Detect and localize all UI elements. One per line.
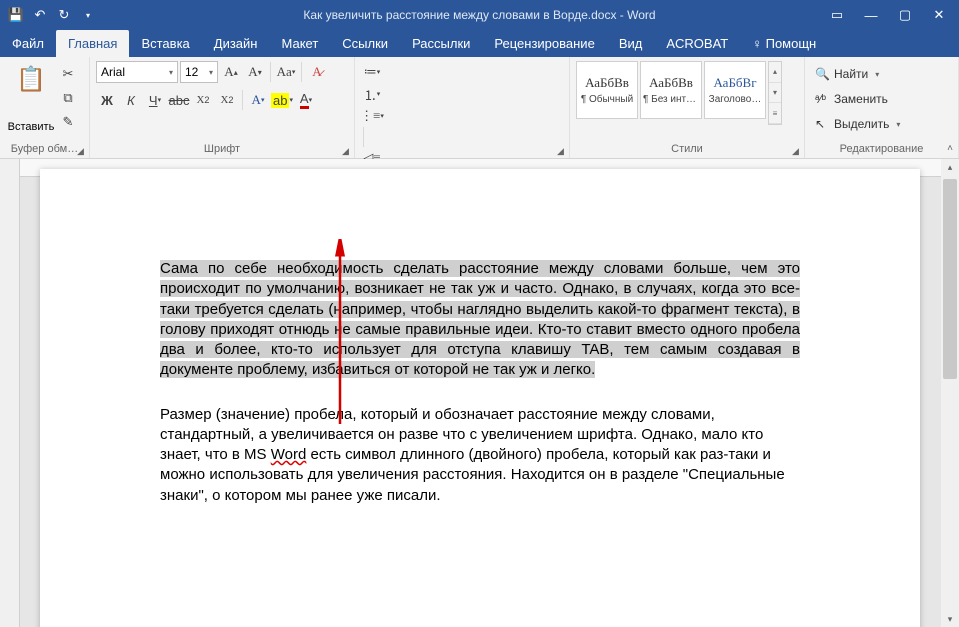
scroll-thumb[interactable]: [943, 179, 957, 379]
font-size-combo[interactable]: 12▾: [180, 61, 218, 83]
paste-label: Вставить: [8, 121, 55, 133]
paste-icon: 📋: [15, 63, 47, 95]
undo-icon[interactable]: ↶: [32, 7, 48, 23]
clear-formatting-button[interactable]: A̷: [306, 61, 328, 83]
titlebar: 💾 ↶ ↻ ▾ Как увеличить расстояние между с…: [0, 0, 959, 30]
group-label-font: Шрифт: [96, 141, 348, 156]
brush-icon: ✎: [63, 114, 74, 130]
cursor-icon: ↖: [815, 117, 829, 131]
paragraph-2[interactable]: Размер (значение) пробела, который и обо…: [160, 405, 800, 506]
numbering-button[interactable]: ⒈▾: [361, 83, 383, 105]
tab-help[interactable]: ♀ Помощн: [740, 30, 828, 57]
ribbon: 📋 Вставить ✂ ⧉ ✎ Буфер обм… ◢ Arial▾ 12▾…: [0, 57, 959, 159]
ribbon-tabs: Файл Главная Вставка Дизайн Макет Ссылки…: [0, 30, 959, 57]
format-painter-button[interactable]: ✎: [58, 113, 78, 131]
document-area: Сама по себе необходимость сделать расст…: [0, 159, 959, 627]
subscript-button[interactable]: X2: [192, 89, 214, 111]
font-launcher[interactable]: ◢: [342, 146, 352, 156]
replace-button[interactable]: ᵃ⁄ᵇ Заменить: [811, 88, 904, 110]
find-button[interactable]: 🔍 Найти ▾: [811, 63, 904, 85]
change-case-button[interactable]: Aa▾: [275, 61, 297, 83]
tab-file[interactable]: Файл: [0, 30, 56, 57]
bullets-button[interactable]: ≔▾: [361, 61, 383, 83]
group-styles: АаБбВв ¶ Обычный АаБбВв ¶ Без инте… АаБб…: [570, 57, 805, 158]
paragraph-1[interactable]: Сама по себе необходимость сделать расст…: [160, 259, 800, 381]
underline-button[interactable]: Ч▾: [144, 89, 166, 111]
save-icon[interactable]: 💾: [8, 7, 24, 23]
redo-icon[interactable]: ↻: [56, 7, 72, 23]
group-label-clipboard: Буфер обм…: [6, 141, 83, 156]
search-icon: 🔍: [815, 67, 829, 81]
font-color-button[interactable]: A▾: [295, 89, 317, 111]
vertical-scrollbar[interactable]: ▴ ▾: [941, 159, 959, 627]
tab-mailings[interactable]: Рассылки: [400, 30, 482, 57]
minimize-icon[interactable]: —: [863, 7, 879, 23]
ribbon-options-icon[interactable]: ▭: [829, 7, 845, 23]
bold-button[interactable]: Ж: [96, 89, 118, 111]
grow-font-button[interactable]: A▴: [220, 61, 242, 83]
close-icon[interactable]: ✕: [931, 7, 947, 23]
vertical-ruler[interactable]: [0, 159, 20, 627]
gallery-scroll-down[interactable]: ▾: [769, 83, 781, 104]
tab-design[interactable]: Дизайн: [202, 30, 270, 57]
group-font: Arial▾ 12▾ A▴ A▾ Aa▾ A̷ Ж К Ч▾ abc X2 X2: [90, 57, 355, 158]
tab-layout[interactable]: Макет: [269, 30, 330, 57]
maximize-icon[interactable]: ▢: [897, 7, 913, 23]
group-clipboard: 📋 Вставить ✂ ⧉ ✎ Буфер обм… ◢: [0, 57, 90, 158]
collapse-ribbon-button[interactable]: ˄: [947, 143, 953, 154]
tab-home[interactable]: Главная: [56, 30, 129, 57]
cut-button[interactable]: ✂: [58, 65, 78, 83]
paste-button[interactable]: 📋 Вставить: [6, 61, 56, 133]
tab-view[interactable]: Вид: [607, 30, 655, 57]
clipboard-launcher[interactable]: ◢: [77, 146, 87, 156]
select-button[interactable]: ↖ Выделить ▾: [811, 113, 904, 135]
highlight-button[interactable]: ab▾: [271, 89, 293, 111]
cut-icon: ✂: [63, 66, 74, 82]
copy-icon: ⧉: [63, 90, 72, 106]
copy-button[interactable]: ⧉: [58, 89, 78, 107]
spellcheck-underline: Word: [271, 446, 307, 463]
tab-acrobat[interactable]: ACROBAT: [654, 30, 740, 57]
window-title: Как увеличить расстояние между словами в…: [0, 8, 959, 22]
group-label-styles: Стили: [576, 141, 798, 156]
group-paragraph: ≔▾ ⒈▾ ⋮≡▾ ◁≡ ▷≡ A↓ ¶ ≡ ≡ ≡ ≣ ‡≡▾: [355, 57, 570, 158]
styles-gallery: АаБбВв ¶ Обычный АаБбВв ¶ Без инте… АаБб…: [576, 61, 782, 125]
scroll-down-button[interactable]: ▾: [941, 611, 959, 627]
replace-icon: ᵃ⁄ᵇ: [815, 92, 829, 106]
italic-button[interactable]: К: [120, 89, 142, 111]
group-editing: 🔍 Найти ▾ ᵃ⁄ᵇ Заменить ↖ Выделить ▾ Реда…: [805, 57, 959, 158]
tab-references[interactable]: Ссылки: [330, 30, 400, 57]
styles-launcher[interactable]: ◢: [792, 146, 802, 156]
paragraph-launcher[interactable]: ◢: [557, 146, 567, 156]
tab-insert[interactable]: Вставка: [129, 30, 201, 57]
qat-customize-icon[interactable]: ▾: [80, 7, 96, 23]
superscript-button[interactable]: X2: [216, 89, 238, 111]
scroll-up-button[interactable]: ▴: [941, 159, 959, 175]
quick-access-toolbar: 💾 ↶ ↻ ▾: [0, 7, 104, 23]
strikethrough-button[interactable]: abc: [168, 89, 190, 111]
style-normal[interactable]: АаБбВв ¶ Обычный: [576, 61, 638, 119]
text-effects-button[interactable]: A▾: [247, 89, 269, 111]
multilevel-button[interactable]: ⋮≡▾: [361, 105, 383, 127]
shrink-font-button[interactable]: A▾: [244, 61, 266, 83]
tab-review[interactable]: Рецензирование: [482, 30, 606, 57]
gallery-expand[interactable]: ≡: [769, 103, 781, 124]
style-heading1[interactable]: АаБбВг Заголово…: [704, 61, 766, 119]
styles-gallery-scroll: ▴ ▾ ≡: [768, 61, 782, 125]
document-page[interactable]: Сама по себе необходимость сделать расст…: [40, 169, 920, 627]
group-label-editing: Редактирование: [811, 141, 952, 156]
font-name-combo[interactable]: Arial▾: [96, 61, 178, 83]
gallery-scroll-up[interactable]: ▴: [769, 62, 781, 83]
window-controls: ▭ — ▢ ✕: [817, 7, 959, 23]
style-no-spacing[interactable]: АаБбВв ¶ Без инте…: [640, 61, 702, 119]
